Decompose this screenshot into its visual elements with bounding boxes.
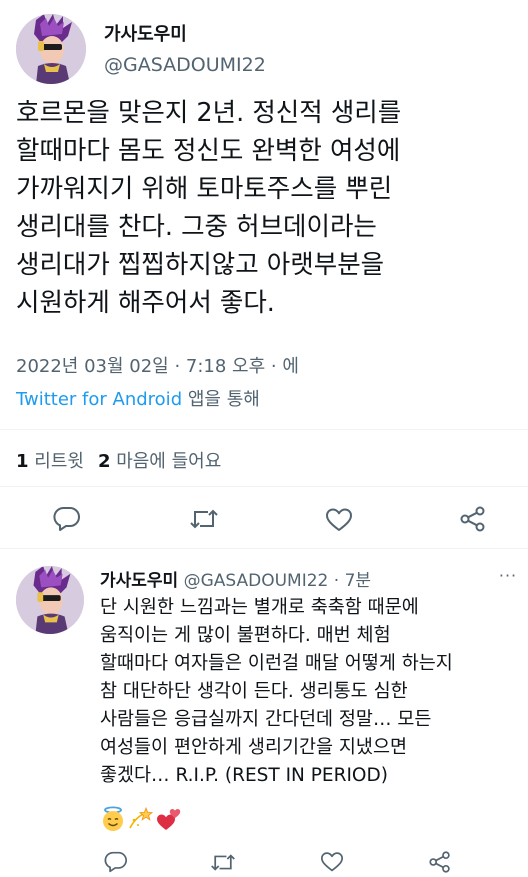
avatar[interactable] xyxy=(16,14,86,84)
like-count: 2 xyxy=(97,451,111,472)
like-icon[interactable] xyxy=(325,507,353,533)
retweet-stat[interactable]: 1 리트윗 xyxy=(16,451,84,472)
retweet-label: 리트윗 xyxy=(28,451,84,472)
retweet-icon[interactable] xyxy=(210,852,236,873)
tweet-stats: 1 리트윗 2 마음에 들어요 xyxy=(16,447,221,473)
tweet-text-line: 생리대를 찬다. 그중 허브데이라는 xyxy=(16,212,377,242)
avatar[interactable] xyxy=(16,566,84,634)
tweet-source: Twitter for Android 앱을 통해 xyxy=(16,385,260,411)
more-options-icon[interactable]: ··· xyxy=(497,566,519,586)
divider xyxy=(0,486,528,487)
dizzy-star-icon xyxy=(128,806,154,832)
like-label: 마음에 들어요 xyxy=(110,451,222,472)
divider xyxy=(0,429,528,430)
reply-text-line: 할때마다 여자들은 이런걸 매달 어떻게 하는지 xyxy=(100,653,453,674)
tweet-text: 호르몬을 맞은지 2년. 정신적 생리를 할때마다 몸도 정신도 완벽한 여성에… xyxy=(16,94,516,322)
emoji-row xyxy=(100,806,182,834)
source-suffix: 앱을 통해 xyxy=(182,389,260,410)
source-app-link[interactable]: Twitter for Android xyxy=(16,389,182,410)
smiling-face-with-halo-icon xyxy=(100,806,126,832)
reply-text-line: 좋겠다… R.I.P. (REST IN PERIOD) xyxy=(100,765,388,786)
tweet-text-line: 할때마다 몸도 정신도 완벽한 여성에 xyxy=(16,136,401,166)
two-hearts-icon xyxy=(156,806,182,832)
reply-icon[interactable] xyxy=(53,506,81,532)
retweet-count: 1 xyxy=(16,451,29,472)
tweet-text-line: 호르몬을 맞은지 2년. 정신적 생리를 xyxy=(16,98,402,128)
display-name[interactable]: 가사도우미 xyxy=(100,571,178,591)
reply-text-line: 여성들이 편안하게 생리기간을 지냈으면 xyxy=(100,737,407,758)
share-icon[interactable] xyxy=(459,506,487,532)
tweet-text-line: 생리대가 찝찝하지않고 아랫부분을 xyxy=(16,250,385,280)
user-handle-time[interactable]: @GASADOUMI22 · 7분 xyxy=(178,571,371,591)
reply-header: 가사도우미 @GASADOUMI22 · 7분 xyxy=(100,566,371,591)
tweet-text-line: 시원하게 해주어서 좋다. xyxy=(16,288,275,318)
reply-text: 단 시원한 느낌과는 별개로 축축함 때문에 움직이는 게 많이 불편하다. 매… xyxy=(100,594,520,790)
retweet-icon[interactable] xyxy=(189,507,219,531)
reply-text-line: 사람들은 응급실까지 간다던데 정말… 모든 xyxy=(100,709,432,730)
like-stat[interactable]: 2 마음에 들어요 xyxy=(98,451,221,472)
user-handle[interactable]: @GASADOUMI22 xyxy=(104,54,266,76)
reply-text-line: 참 대단하단 생각이 든다. 생리통도 심한 xyxy=(100,681,408,702)
divider xyxy=(0,548,528,549)
tweet-detail-page: 가사도우미 @GASADOUMI22 호르몬을 맞은지 2년. 정신적 생리를 … xyxy=(0,0,528,877)
tweet-timestamp[interactable]: 2022년 03월 02일 · 7:18 오후 · 에 xyxy=(16,352,299,378)
tweet-text-line: 가까워지기 위해 토마토주스를 뿌린 xyxy=(16,174,393,204)
display-name[interactable]: 가사도우미 xyxy=(104,20,187,46)
like-icon[interactable] xyxy=(320,851,344,873)
reply-text-line: 움직이는 게 많이 불편하다. 매번 체험 xyxy=(100,625,391,646)
reply-text-line: 단 시원한 느낌과는 별개로 축축함 때문에 xyxy=(100,597,419,618)
reply-icon[interactable] xyxy=(104,851,128,873)
share-icon[interactable] xyxy=(428,851,452,873)
